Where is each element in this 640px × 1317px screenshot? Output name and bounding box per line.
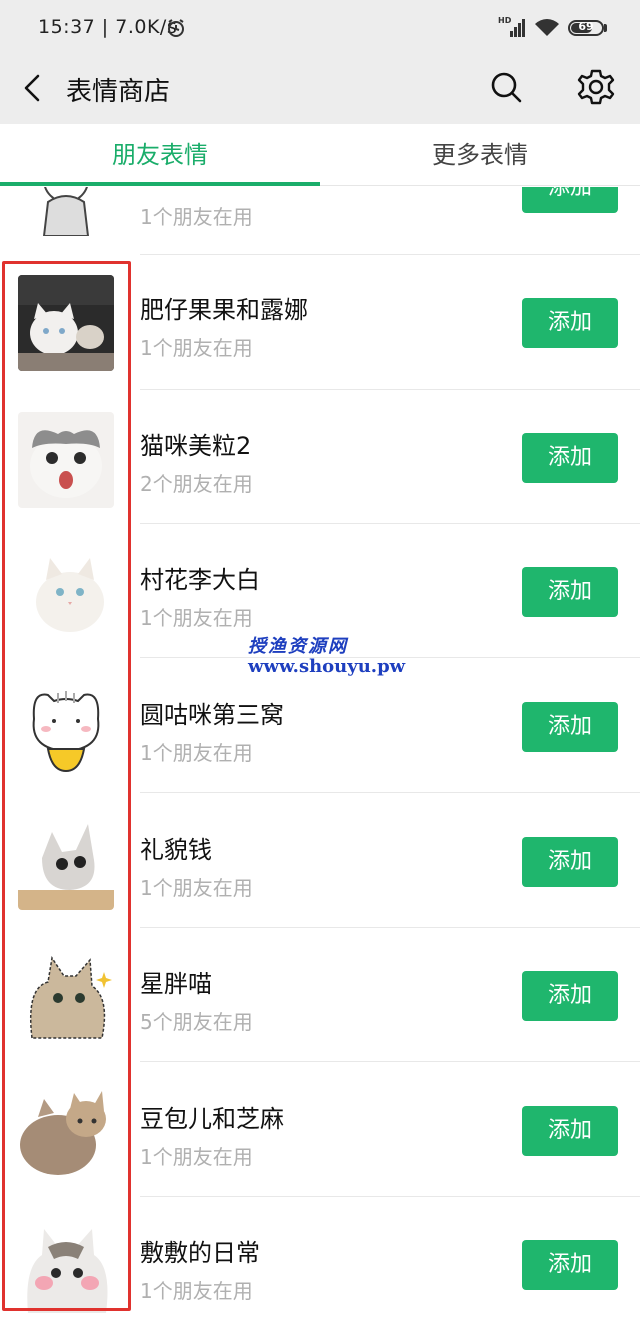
list-item: 肥仔果果和露娜 1个朋友在用 添加 [0, 256, 640, 390]
sticker-name: 礼貌钱 [140, 836, 212, 864]
list-item: 猫咪美粒2 2个朋友在用 添加 [0, 390, 640, 524]
usage-count: 1个朋友在用 [140, 336, 253, 360]
tab-friends-stickers[interactable]: 朋友表情 [0, 124, 320, 186]
usage-count: 1个朋友在用 [140, 606, 253, 630]
usage-count: 5个朋友在用 [140, 1010, 253, 1034]
sticker-thumbnail[interactable] [18, 275, 114, 371]
cartoon-cat-bowl-icon [18, 679, 114, 775]
usage-count: 1个朋友在用 [140, 741, 253, 765]
wifi-icon [535, 19, 559, 36]
page-title: 表情商店 [66, 77, 171, 107]
sticker-thumbnail[interactable] [18, 679, 114, 775]
nav-bar: 表情商店 [0, 58, 640, 124]
sticker-thumbnail[interactable] [18, 187, 114, 236]
sticker-thumbnail[interactable] [18, 1217, 114, 1313]
usage-count: 1个朋友在用 [140, 1279, 253, 1303]
row-divider [140, 254, 640, 255]
settings-icon[interactable] [577, 68, 615, 106]
sticker-thumbnail[interactable] [18, 948, 114, 1044]
status-bar: 15:37 | 7.0K/s HD 69 [0, 0, 640, 58]
row-divider [140, 1061, 640, 1062]
sticker-name: 敷敷的日常 [140, 1239, 260, 1267]
row-divider [140, 792, 640, 793]
sticker-thumbnail[interactable] [18, 412, 114, 508]
list-item: 敷敷的日常 1个朋友在用 添加 [0, 1197, 640, 1317]
alarm-icon [168, 19, 184, 37]
add-button[interactable]: 添加 [522, 971, 618, 1021]
search-icon[interactable] [488, 69, 524, 105]
add-button[interactable]: 添加 [522, 187, 618, 213]
blushing-cat-icon [18, 1217, 114, 1313]
sticker-thumbnail[interactable] [18, 814, 114, 910]
cartoon-girl-icon [18, 187, 114, 236]
list-item: 星胖喵 5个朋友在用 添加 [0, 928, 640, 1062]
surprised-cat-icon [18, 412, 114, 508]
list-item: 1个朋友在用 添加 [0, 187, 640, 255]
list-item: 圆咕咪第三窝 1个朋友在用 添加 [0, 659, 640, 793]
two-cats-icon [18, 1083, 114, 1179]
watermark-url: www.shouyu.pw [248, 656, 406, 677]
usage-count: 2个朋友在用 [140, 472, 253, 496]
tab-bar: 朋友表情 更多表情 [0, 124, 640, 186]
hd-signal-icon: HD [498, 16, 525, 37]
cat-in-car-icon [18, 275, 114, 371]
chubby-cat-icon [18, 948, 114, 1044]
status-time: 15:37 | 7.0K/s [38, 16, 178, 38]
white-cat-icon [18, 544, 114, 640]
active-tab-indicator [0, 182, 320, 186]
sticker-name: 圆咕咪第三窝 [140, 701, 284, 729]
tab-more-stickers[interactable]: 更多表情 [320, 124, 640, 186]
sticker-thumbnail[interactable] [18, 1083, 114, 1179]
add-button[interactable]: 添加 [522, 298, 618, 348]
sticker-name: 猫咪美粒2 [140, 432, 252, 460]
svg-text:HD: HD [498, 16, 512, 25]
watermark-title: 授渔资源网 [248, 636, 348, 657]
usage-count: 1个朋友在用 [140, 1145, 253, 1169]
list-item: 豆包儿和芝麻 1个朋友在用 添加 [0, 1063, 640, 1197]
polite-cat-icon [18, 814, 114, 910]
battery-percent: 69 [578, 20, 594, 33]
usage-count: 1个朋友在用 [140, 205, 253, 229]
add-button[interactable]: 添加 [522, 837, 618, 887]
battery-tip [604, 24, 607, 32]
add-button[interactable]: 添加 [522, 1106, 618, 1156]
back-icon[interactable] [18, 72, 46, 104]
sticker-thumbnail[interactable] [18, 544, 114, 640]
add-button[interactable]: 添加 [522, 1240, 618, 1290]
add-button[interactable]: 添加 [522, 567, 618, 617]
add-button[interactable]: 添加 [522, 702, 618, 752]
sticker-name: 豆包儿和芝麻 [140, 1105, 284, 1133]
sticker-name: 肥仔果果和露娜 [140, 296, 308, 324]
list-item: 礼貌钱 1个朋友在用 添加 [0, 794, 640, 928]
usage-count: 1个朋友在用 [140, 876, 253, 900]
sticker-name: 村花李大白 [140, 566, 260, 594]
sticker-list: 1个朋友在用 添加 肥仔果果和露娜 1个朋友在用 添加 猫咪美粒2 2个朋友在用… [0, 187, 640, 1317]
add-button[interactable]: 添加 [522, 433, 618, 483]
battery-icon: 69 [568, 20, 604, 36]
sticker-name: 星胖喵 [140, 970, 212, 998]
